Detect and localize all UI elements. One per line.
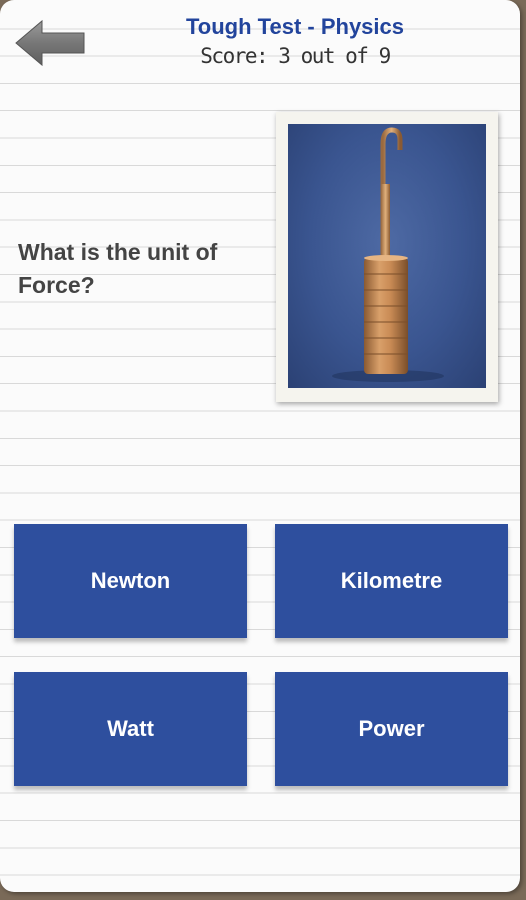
question-text: What is the unit of Force?	[18, 239, 218, 298]
hanging-mass-weight-photo	[288, 124, 486, 388]
question-image-frame	[276, 112, 498, 402]
answer-button-power[interactable]: Power	[275, 672, 508, 786]
back-button[interactable]	[12, 18, 88, 68]
score-text: Score: 3 out of 9	[200, 44, 391, 68]
answer-button-kilometre[interactable]: Kilometre	[275, 524, 508, 638]
notebook-page: Tough Test - Physics Score: 3 out of 9 W…	[0, 0, 520, 892]
header: Tough Test - Physics Score: 3 out of 9	[0, 0, 520, 84]
answer-button-newton[interactable]: Newton	[14, 524, 247, 638]
answer-grid: Newton Kilometre Watt Power	[14, 524, 508, 788]
page-title: Tough Test - Physics	[186, 14, 404, 39]
answer-button-watt[interactable]: Watt	[14, 672, 247, 786]
back-arrow-icon	[15, 19, 85, 67]
